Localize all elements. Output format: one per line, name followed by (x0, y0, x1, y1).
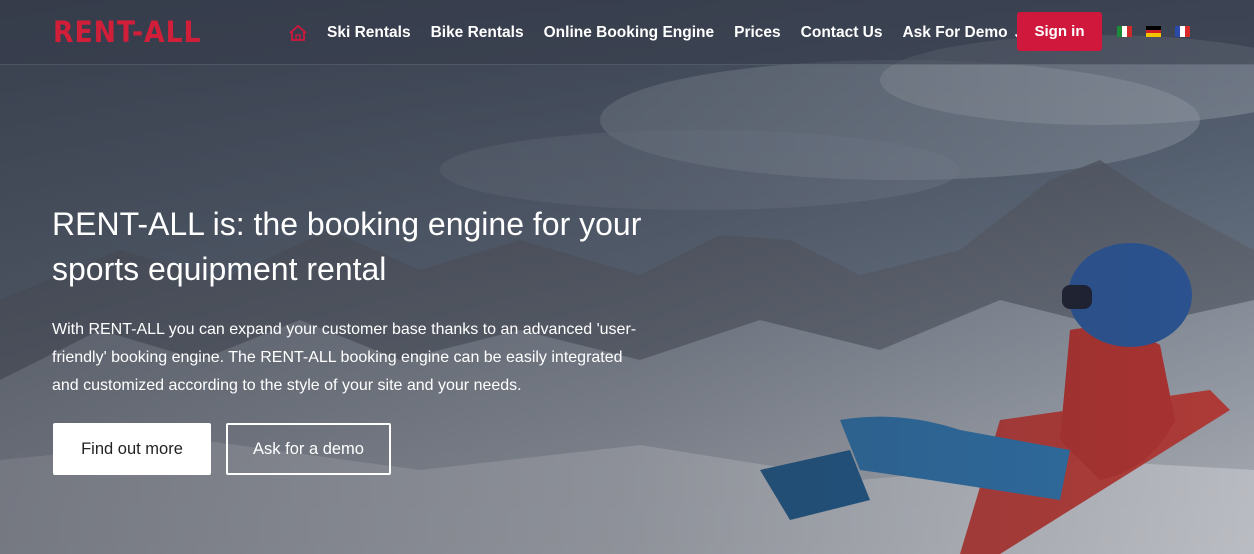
nav-item-prices[interactable]: Prices (734, 24, 781, 42)
nav-label: Online Booking Engine (543, 23, 715, 41)
language-switcher (1117, 26, 1190, 38)
logo[interactable]: RENT-ALL (53, 14, 201, 50)
sign-in-button[interactable]: Sign in (1017, 12, 1102, 51)
nav-item-bike-rentals[interactable]: Bike Rentals (431, 24, 524, 42)
home-icon[interactable] (287, 22, 309, 44)
main-navigation: Ski Rentals Bike Rentals Online Booking … (287, 0, 1044, 65)
nav-label: Bike Rentals (430, 23, 524, 41)
nav-label: Ask For Demo (902, 23, 1008, 41)
german-flag-icon[interactable] (1146, 26, 1161, 38)
find-out-more-button[interactable]: Find out more (53, 423, 211, 475)
nav-label: Prices (734, 23, 781, 41)
italian-flag-icon[interactable] (1117, 26, 1132, 37)
nav-label: Contact Us (800, 23, 883, 41)
site-header: RENT-ALL Ski Rentals Bike Rentals Online… (0, 0, 1254, 65)
french-flag-icon[interactable] (1175, 26, 1190, 37)
nav-item-online-booking-engine[interactable]: Online Booking Engine (544, 24, 715, 42)
nav-item-ski-rentals[interactable]: Ski Rentals (327, 24, 411, 42)
ask-for-demo-button[interactable]: Ask for a demo (226, 423, 391, 475)
nav-item-contact-us[interactable]: Contact Us (801, 24, 883, 42)
nav-item-ask-for-demo[interactable]: Ask For Demo (902, 24, 1023, 42)
hero-title: RENT-ALL is: the booking engine for your… (52, 206, 642, 287)
hero-description: With RENT-ALL you can expand your custom… (52, 321, 637, 394)
nav-label: Ski Rentals (327, 23, 411, 41)
